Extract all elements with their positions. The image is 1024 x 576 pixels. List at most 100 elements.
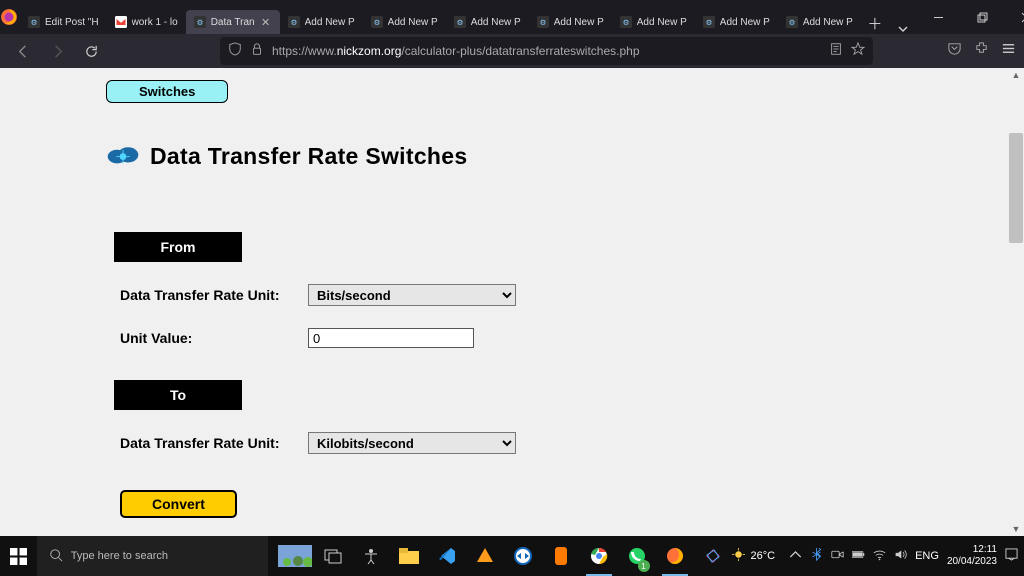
favicon-icon: ⚙ (786, 16, 798, 28)
taskbar-pin-app1[interactable] (466, 536, 504, 576)
window-minimize-button[interactable] (917, 0, 961, 34)
search-icon (49, 548, 63, 565)
to-unit-select[interactable]: Kilobits/second (308, 432, 516, 454)
tab-label: Add New P (637, 17, 687, 28)
taskbar-pin-news[interactable] (276, 536, 314, 576)
cloud-icon (106, 143, 140, 170)
tray-date: 20/04/2023 (947, 556, 997, 568)
svg-text:⚙: ⚙ (705, 18, 712, 27)
nav-reload-button[interactable] (76, 36, 106, 66)
taskbar-pin-taskview[interactable] (314, 536, 352, 576)
tab-label: Add New P (305, 17, 355, 28)
from-section-header: From (114, 232, 242, 262)
tab-strip: ⚙Edit Post "H work 1 - lo ⚙Data Tran✕ ⚙ A… (18, 0, 917, 34)
tab-label: Add New P (554, 17, 604, 28)
taskbar-pin-app3[interactable] (694, 536, 732, 576)
favicon-icon: ⚙ (703, 16, 715, 28)
bookmark-star-icon[interactable] (851, 42, 865, 61)
favicon-icon: ⚙ (194, 16, 206, 28)
url-text: https://www.nickzom.org/calculator-plus/… (272, 44, 640, 58)
window-close-button[interactable] (1005, 0, 1024, 34)
weather-temp: 26°C (751, 550, 776, 562)
tray-time: 12:11 (947, 544, 997, 556)
scrollbar-thumb[interactable] (1009, 133, 1023, 243)
bluetooth-icon[interactable] (810, 548, 823, 564)
taskbar-search[interactable]: Type here to search (37, 536, 268, 576)
switches-button[interactable]: Switches (106, 80, 228, 103)
svg-text:⚙: ⚙ (373, 18, 380, 27)
taskbar-pin-firefox[interactable] (656, 536, 694, 576)
browser-tab[interactable]: ⚙ Add New P (280, 10, 363, 34)
to-section-header: To (114, 380, 242, 410)
app-menu-icon[interactable] (1001, 41, 1016, 61)
from-unit-label: Data Transfer Rate Unit: (120, 287, 288, 303)
from-unit-select[interactable]: Bits/second (308, 284, 516, 306)
window-restore-button[interactable] (961, 0, 1005, 34)
start-button[interactable] (0, 536, 37, 576)
browser-tab[interactable]: ⚙ Add New P (363, 10, 446, 34)
svg-text:⚙: ⚙ (788, 18, 795, 27)
favicon-icon: ⚙ (371, 16, 383, 28)
nav-back-button[interactable] (8, 36, 38, 66)
browser-tab[interactable]: ⚙Edit Post "H (20, 10, 107, 34)
tray-clock[interactable]: 12:11 20/04/2023 (947, 544, 997, 568)
svg-text:⚙: ⚙ (196, 18, 203, 27)
browser-tab-active[interactable]: ⚙Data Tran✕ (186, 10, 280, 34)
browser-tab[interactable]: ⚙ Add New P (612, 10, 695, 34)
meet-now-icon[interactable] (831, 548, 844, 564)
reader-mode-icon[interactable] (829, 42, 843, 61)
tab-label: Add New P (720, 17, 770, 28)
tab-label: Add New P (471, 17, 521, 28)
nav-forward-button[interactable] (42, 36, 72, 66)
tabs-dropdown-icon[interactable] (889, 24, 917, 34)
browser-tab[interactable]: ⚙ Add New P (446, 10, 529, 34)
tab-label: Add New P (388, 17, 438, 28)
battery-icon[interactable] (852, 548, 865, 564)
page-viewport: ▲ ▼ Switches Data Transfer Rate Switches… (0, 68, 1024, 536)
taskbar-pin-teamviewer[interactable] (504, 536, 542, 576)
shield-icon (228, 42, 242, 61)
taskbar-pin-chrome[interactable] (580, 536, 618, 576)
extensions-icon[interactable] (974, 41, 989, 61)
save-to-pocket-icon[interactable] (947, 41, 962, 61)
unit-value-input[interactable] (308, 328, 474, 348)
taskbar-pin-vscode[interactable] (428, 536, 466, 576)
favicon-icon: ⚙ (28, 16, 40, 28)
tray-chevron-icon[interactable] (789, 548, 802, 564)
sun-icon (732, 548, 745, 564)
tray-language[interactable]: ENG (915, 550, 939, 562)
favicon-icon: ⚙ (288, 16, 300, 28)
vertical-scrollbar[interactable]: ▲ ▼ (1008, 68, 1024, 536)
convert-button[interactable]: Convert (120, 490, 237, 518)
url-bar[interactable]: https://www.nickzom.org/calculator-plus/… (220, 37, 873, 65)
svg-text:⚙: ⚙ (290, 18, 297, 27)
lock-icon (250, 42, 264, 61)
wifi-icon[interactable] (873, 548, 886, 564)
whatsapp-badge: 1 (638, 560, 650, 572)
browser-tab[interactable]: ⚙ Add New P (778, 10, 861, 34)
scroll-down-icon[interactable]: ▼ (1009, 522, 1023, 536)
taskbar-pin-whatsapp[interactable]: 1 (618, 536, 656, 576)
tab-label: Add New P (803, 17, 853, 28)
browser-tab[interactable]: ⚙ Add New P (529, 10, 612, 34)
taskbar-weather[interactable]: 26°C (732, 548, 776, 564)
browser-tab[interactable]: ⚙ Add New P (695, 10, 778, 34)
svg-text:⚙: ⚙ (456, 18, 463, 27)
favicon-icon (115, 16, 127, 28)
svg-text:⚙: ⚙ (622, 18, 629, 27)
taskbar-pin-explorer[interactable] (390, 536, 428, 576)
taskbar-pin-app2[interactable] (542, 536, 580, 576)
notifications-icon[interactable] (1005, 548, 1018, 564)
scroll-up-icon[interactable]: ▲ (1009, 68, 1023, 82)
unit-value-label: Unit Value: (120, 330, 288, 346)
browser-tab[interactable]: work 1 - lo (107, 10, 186, 34)
volume-icon[interactable] (894, 548, 907, 564)
favicon-icon: ⚙ (537, 16, 549, 28)
favicon-icon: ⚙ (620, 16, 632, 28)
close-tab-icon[interactable]: ✕ (260, 16, 272, 28)
new-tab-button[interactable]: ＋ (861, 13, 889, 34)
tab-label: work 1 - lo (132, 17, 178, 28)
firefox-logo (0, 0, 18, 34)
to-unit-label: Data Transfer Rate Unit: (120, 435, 288, 451)
taskbar-pin-accessibility[interactable] (352, 536, 390, 576)
